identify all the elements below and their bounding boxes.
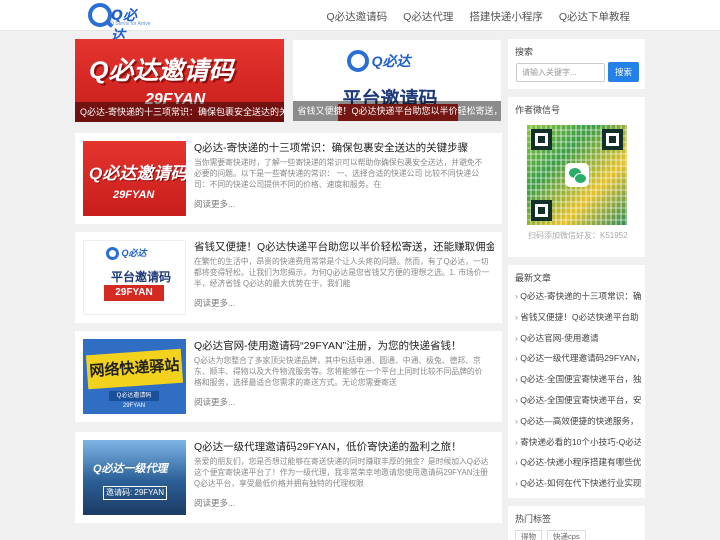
post-title[interactable]: Q必达官网-使用邀请码“29FYAN”注册，为您的快递省钱！ [194, 338, 494, 353]
nav-item-order-guide[interactable]: Q必达下单教程 [559, 9, 630, 24]
thumbnail-logo: Q必达 [106, 246, 147, 261]
featured-logo: Q必达 [346, 50, 411, 72]
recent-posts-list: Q必达-寄快递的十三项常识：确 省钱又便捷！Q必达快递平台助 Q必达官网-使用邀… [515, 286, 641, 494]
post-excerpt: 当你需要寄快递时，了解一些寄快递的常识可以帮助你确保包裹安全送达，并避免不必要的… [194, 158, 483, 189]
featured-logo-text: Q必达 [371, 53, 411, 69]
wechat-widget: 作者微信号 扫码添加微信好友：K51952 [508, 97, 645, 257]
thumbnail-code: Q必达邀请码 29FYAN [109, 391, 159, 409]
post-card: Q必达 平台邀请码 29FYAN 省钱又便捷！Q必达快递平台助您以半价轻松寄送，… [75, 232, 502, 323]
wechat-icon [565, 163, 589, 187]
recent-post-item[interactable]: Q必达-快递小程序搭建有哪些优 [515, 452, 641, 473]
recent-post-item[interactable]: Q必达-全国便宜寄快递平台，独 [515, 369, 641, 390]
featured-caption: 省钱又便捷！Q必达快递平台助您以半价轻松寄送，还能 [292, 101, 501, 121]
nav-item-agent[interactable]: Q必达代理 [403, 9, 453, 24]
thumbnail-text: Q必达邀请码 [89, 164, 186, 183]
post-card: 网络快递驿站 Q必达邀请码 29FYAN Q必达官网-使用邀请码“29FYAN”… [75, 331, 502, 422]
hot-tags-widget: 热门标签 得物 快递cps [508, 506, 645, 540]
post-excerpt: 亲爱的朋友们，您是否想过能够在寄送快递的同时赚取丰厚的佣金？是时候加入Q必达这个… [194, 457, 489, 488]
search-button[interactable]: 搜索 [608, 62, 639, 82]
qr-finder-icon [602, 129, 623, 150]
post-excerpt: Q必达为您整合了多家顶尖快递品牌，其中包括申通、圆通、中通、极兔、德邦、京东、顺… [194, 356, 483, 387]
featured-card[interactable]: Q必达 平台邀请码 省钱又便捷！Q必达快递平台助您以半价轻松寄送，还能 [291, 39, 502, 122]
read-more-link[interactable]: 阅读更多... [194, 497, 235, 509]
thumbnail-text: 平台邀请码 [111, 270, 172, 284]
site-logo[interactable]: Q必达 Q Servis for Arrive [88, 3, 151, 44]
search-widget: 搜索 请输入关键字... 搜索 [508, 39, 645, 89]
thumbnail-code: 29FYAN [104, 285, 164, 301]
post-thumbnail[interactable]: 网络快递驿站 Q必达邀请码 29FYAN [83, 339, 186, 414]
search-input[interactable]: 请输入关键字... [516, 63, 605, 82]
qr-finder-icon [531, 200, 552, 221]
recent-post-item[interactable]: 寄快递必看的10个小技巧-Q必达 [515, 432, 641, 453]
wechat-widget-title: 作者微信号 [515, 105, 561, 115]
post-card: Q必达一级代理 邀请码: 29FYAN Q必达一级代理邀请码29FYAN，低价寄… [75, 432, 502, 523]
tag-item[interactable]: 快递cps [547, 530, 586, 540]
post-thumbnail[interactable]: Q必达邀请码 29FYAN [83, 141, 186, 216]
read-more-link[interactable]: 阅读更多... [194, 396, 235, 408]
recent-post-item[interactable]: 省钱又便捷！Q必达快递平台助 [515, 307, 641, 328]
main-nav: Q必达邀请码 Q必达代理 搭建快递小程序 Q必达下单教程 [326, 9, 630, 24]
featured-image-text: Q必达邀请码 [89, 57, 234, 85]
post-title[interactable]: Q必达一级代理邀请码29FYAN，低价寄快递的盈利之旅！ [194, 439, 494, 454]
recent-post-item[interactable]: Q必达-全国便宜寄快递平台，安 [515, 390, 641, 411]
nav-item-invite-code[interactable]: Q必达邀请码 [326, 9, 387, 24]
recent-post-item[interactable]: Q必达-如何在代下快递行业实现 [515, 473, 641, 494]
thumbnail-text: 网络快递驿站 [85, 348, 184, 390]
featured-card[interactable]: Q必达邀请码 29FYAN Q必达-寄快递的十三项常识：确保包裹安全送达的关键 [75, 39, 284, 122]
post-excerpt: 在繁忙的生活中，昂贵的快递费用常常是个让人头疼的问题。然而，有了Q必达，一切都将… [194, 257, 490, 288]
featured-caption: Q必达-寄快递的十三项常识：确保包裹安全送达的关键 [75, 102, 284, 122]
tag-cloud: 得物 快递cps [515, 530, 586, 540]
featured-slider: Q必达邀请码 29FYAN Q必达-寄快递的十三项常识：确保包裹安全送达的关键 … [75, 39, 502, 122]
recent-post-item[interactable]: Q必达—高效便捷的快递服务， [515, 411, 641, 432]
post-title[interactable]: Q必达-寄快递的十三项常识：确保包裹安全送达的关键步骤 [194, 140, 494, 155]
thumbnail-code: 邀请码: 29FYAN [103, 486, 167, 500]
logo-q-icon [346, 50, 369, 72]
thumbnail-code: 29FYAN [113, 189, 155, 201]
wechat-qr-code [527, 125, 627, 225]
recent-posts-widget: 最新文章 Q必达-寄快递的十三项常识：确 省钱又便捷！Q必达快递平台助 Q必达官… [508, 265, 645, 498]
post-title[interactable]: 省钱又便捷！Q必达快递平台助您以半价轻松寄送，还能赚取佣金！ [194, 239, 494, 254]
logo-q-icon [88, 3, 112, 27]
search-widget-title: 搜索 [515, 47, 534, 57]
post-thumbnail[interactable]: Q必达 平台邀请码 29FYAN [83, 240, 186, 315]
tag-item[interactable]: 得物 [515, 530, 542, 540]
recent-post-item[interactable]: Q必达官网-使用邀请 [515, 328, 641, 349]
site-header: Q必达 Q Servis for Arrive Q必达邀请码 Q必达代理 搭建快… [0, 0, 720, 44]
recent-posts-title: 最新文章 [515, 273, 552, 283]
recent-post-item[interactable]: Q必达-寄快递的十三项常识：确 [515, 286, 641, 307]
logo-q-icon [106, 247, 119, 261]
logo-subtitle: Q Servis for Arrive [110, 21, 151, 27]
nav-item-mini-program[interactable]: 搭建快递小程序 [469, 9, 543, 24]
read-more-link[interactable]: 阅读更多... [194, 297, 235, 309]
thumbnail-text: Q必达一级代理 [93, 463, 168, 475]
qr-finder-icon [531, 129, 552, 150]
post-card: Q必达邀请码 29FYAN Q必达-寄快递的十三项常识：确保包裹安全送达的关键步… [75, 133, 502, 224]
thumbnail-logo-text: Q必达 [121, 248, 147, 258]
wechat-caption: 扫码添加微信好友：K51952 [528, 231, 628, 240]
post-thumbnail[interactable]: Q必达一级代理 邀请码: 29FYAN [83, 440, 186, 515]
recent-post-item[interactable]: Q必达一级代理邀请码29FYAN， [515, 348, 641, 369]
read-more-link[interactable]: 阅读更多... [194, 198, 235, 210]
hot-tags-title: 热门标签 [515, 514, 552, 524]
